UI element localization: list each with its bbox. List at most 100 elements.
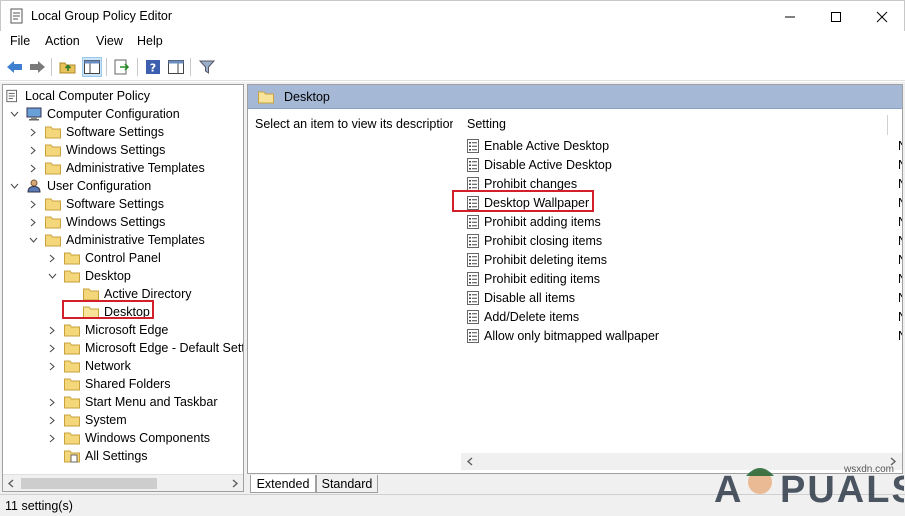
chevron-right-icon[interactable] [46, 324, 58, 336]
setting-row[interactable]: Prohibit editing items [467, 270, 600, 288]
settings-pane: Desktop Select an item to view its descr… [247, 84, 903, 474]
chevron-right-icon[interactable] [46, 396, 58, 408]
menu-view[interactable]: View [96, 34, 123, 48]
setting-label: Prohibit adding items [484, 215, 601, 229]
setting-row[interactable]: Enable Active Desktop [467, 137, 609, 155]
settings-list: Setting Enable Active Desktop N Disable Ac… [453, 109, 902, 473]
tree-item-user-configuration[interactable]: User Configuration [8, 177, 151, 195]
setting-row[interactable]: Disable Active Desktop [467, 156, 612, 174]
menu-help[interactable]: Help [137, 34, 163, 48]
tree-item-cc-windows-settings[interactable]: Windows Settings [27, 141, 165, 159]
chevron-down-icon[interactable] [46, 270, 58, 282]
tree-label: Computer Configuration [47, 107, 180, 121]
tab-standard[interactable]: Standard [316, 475, 378, 493]
folder-icon [45, 144, 61, 157]
tree-item-start-menu[interactable]: Start Menu and Taskbar [46, 393, 217, 411]
tree-item-network[interactable]: Network [46, 357, 131, 375]
policy-icon [6, 89, 17, 103]
tree-label: Windows Settings [66, 215, 166, 229]
tree-item-microsoft-edge[interactable]: Microsoft Edge [46, 321, 168, 339]
filter-button[interactable] [197, 57, 217, 77]
setting-label: Prohibit editing items [484, 272, 601, 286]
menu-bar: File Action View Help [0, 31, 905, 53]
maximize-button[interactable] [813, 1, 859, 32]
minimize-button[interactable] [767, 1, 813, 32]
maximize-icon [831, 11, 841, 22]
chevron-down-icon[interactable] [8, 108, 20, 120]
setting-state: N [898, 251, 902, 269]
tree-label: Active Directory [104, 287, 192, 301]
setting-row[interactable]: Prohibit closing items [467, 232, 602, 250]
chevron-right-icon[interactable] [27, 144, 39, 156]
chevron-right-icon[interactable] [27, 216, 39, 228]
setting-row[interactable]: Prohibit adding items [467, 213, 601, 231]
menu-action[interactable]: Action [45, 34, 80, 48]
chevron-down-icon[interactable] [27, 234, 39, 246]
show-hide-tree-button[interactable] [82, 57, 102, 77]
chevron-right-icon[interactable] [27, 126, 39, 138]
tree-item-all-settings[interactable]: All Settings [64, 447, 148, 465]
folder-icon [64, 414, 80, 427]
scroll-left-icon[interactable] [7, 479, 15, 488]
scroll-right-icon[interactable] [231, 479, 239, 488]
chevron-right-icon[interactable] [27, 162, 39, 174]
folder-icon [64, 342, 80, 355]
chevron-right-icon[interactable] [46, 432, 58, 444]
setting-row[interactable]: Add/Delete items [467, 308, 579, 326]
chevron-right-icon[interactable] [46, 252, 58, 264]
folder-icon [45, 216, 61, 229]
export-list-button[interactable] [112, 57, 132, 77]
setting-row[interactable]: Allow only bitmapped wallpaper [467, 327, 659, 345]
chevron-right-icon[interactable] [46, 342, 58, 354]
chevron-right-icon[interactable] [46, 414, 58, 426]
back-button[interactable] [5, 57, 25, 77]
tree-horizontal-scrollbar[interactable] [3, 474, 243, 491]
properties-pane-icon [168, 60, 184, 74]
chevron-down-icon[interactable] [8, 180, 20, 192]
scroll-left-icon[interactable] [466, 457, 474, 466]
chevron-right-icon[interactable] [46, 360, 58, 372]
appuals-logo: A PUALS [714, 468, 905, 511]
tree-item-windows-components[interactable]: Windows Components [46, 429, 210, 447]
tree-item-microsoft-edge-default[interactable]: Microsoft Edge - Default Settings [46, 339, 243, 357]
tree-label: All Settings [85, 449, 148, 463]
tree-item-uc-windows-settings[interactable]: Windows Settings [27, 213, 165, 231]
chevron-right-icon[interactable] [27, 198, 39, 210]
column-divider[interactable] [887, 115, 888, 135]
tree-item-cc-administrative-templates[interactable]: Administrative Templates [27, 159, 205, 177]
folder-icon [45, 126, 61, 139]
tab-extended[interactable]: Extended [250, 475, 316, 493]
setting-row[interactable]: Prohibit deleting items [467, 251, 607, 269]
svg-text:?: ? [150, 62, 156, 75]
tree-item-uc-administrative-templates[interactable]: Administrative Templates [27, 231, 205, 249]
tree-label: Start Menu and Taskbar [85, 395, 218, 409]
tree-item-computer-configuration[interactable]: Computer Configuration [8, 105, 180, 123]
tree-label: Local Computer Policy [25, 89, 151, 103]
tree-item-system[interactable]: System [46, 411, 127, 429]
tree-item-desktop[interactable]: Desktop [46, 267, 131, 285]
help-button[interactable]: ? [143, 57, 163, 77]
setting-label: Allow only bitmapped wallpaper [484, 329, 660, 343]
tree-label: Windows Components [85, 431, 211, 445]
tree-label: User Configuration [47, 179, 152, 193]
tree-item-control-panel[interactable]: Control Panel [46, 249, 161, 267]
close-button[interactable] [859, 1, 905, 32]
policy-setting-icon [467, 310, 479, 324]
scrollbar-thumb[interactable] [21, 478, 157, 489]
properties-pane-button[interactable] [166, 57, 186, 77]
folder-icon [64, 396, 80, 409]
setting-label: Prohibit closing items [484, 234, 603, 248]
tree-item-shared-folders[interactable]: Shared Folders [64, 375, 170, 393]
tree-item-uc-software-settings[interactable]: Software Settings [27, 195, 164, 213]
up-one-level-button[interactable] [58, 57, 78, 77]
policy-setting-icon [467, 139, 479, 153]
column-header-setting[interactable]: Setting [467, 117, 506, 131]
menu-file[interactable]: File [10, 34, 30, 48]
description-text: Select an item to view its description. [255, 117, 460, 131]
forward-button[interactable] [27, 57, 47, 77]
setting-state: N [898, 213, 902, 231]
tree-item-local-computer-policy[interactable]: Local Computer Policy [6, 87, 150, 105]
tree-item-cc-software-settings[interactable]: Software Settings [27, 123, 164, 141]
setting-row[interactable]: Disable all items [467, 289, 575, 307]
tree-label: System [85, 413, 127, 427]
